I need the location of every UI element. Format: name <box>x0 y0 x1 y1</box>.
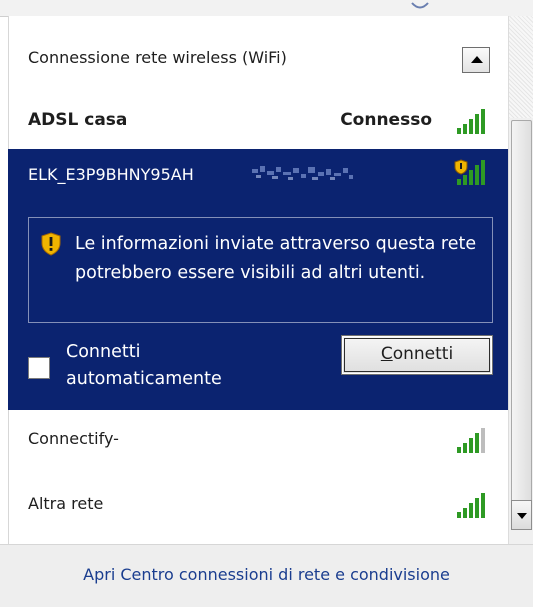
network-item-selected[interactable]: ELK_E3P9BHNY95AH Le informazioni inviate… <box>8 149 508 410</box>
signal-bar <box>463 124 467 134</box>
signal-bars-icon <box>457 109 485 134</box>
signal-bar <box>463 443 467 453</box>
network-status: Connesso <box>340 110 432 130</box>
signal-bar <box>481 493 485 518</box>
signal-bar <box>475 433 479 453</box>
signal-bar <box>463 508 467 518</box>
signal-bar <box>481 160 485 185</box>
network-name: ADSL casa <box>28 110 128 130</box>
signal-bar <box>469 170 473 185</box>
connect-button[interactable]: Connetti <box>341 335 493 375</box>
shield-exclamation <box>460 163 462 169</box>
partial-icon <box>411 2 429 9</box>
blurred-ssid-suffix <box>252 166 353 180</box>
signal-bar <box>475 114 479 134</box>
triangle-down-icon <box>517 513 527 519</box>
signal-bar <box>463 175 467 185</box>
scroll-track[interactable] <box>509 16 533 118</box>
signal-bar <box>475 165 479 185</box>
signal-bars-icon <box>457 428 485 453</box>
network-item-adsl-casa[interactable]: ADSL casa Connesso <box>8 94 508 146</box>
scroll-thumb[interactable] <box>511 120 532 502</box>
signal-bars-shield-icon <box>454 159 485 185</box>
warning-text: Le informazioni inviate attraverso quest… <box>75 234 477 283</box>
signal-bar <box>481 428 485 453</box>
network-name: Altra rete <box>28 494 104 513</box>
signal-bar <box>457 179 461 185</box>
network-item-altra-rete[interactable]: Altra rete <box>8 478 508 530</box>
network-name: ELK_E3P9BHNY95AH <box>28 165 194 184</box>
auto-connect-checkbox[interactable] <box>28 357 50 379</box>
open-network-center-link[interactable]: Apri Centro connessioni di rete e condiv… <box>0 565 533 584</box>
signal-bar <box>457 128 461 134</box>
security-warning: Le informazioni inviate attraverso quest… <box>28 217 493 323</box>
triangle-up-icon <box>471 56 483 63</box>
signal-bar <box>457 447 461 453</box>
section-label: Connessione rete wireless (WiFi) <box>28 48 287 67</box>
auto-connect-label[interactable]: Connetti automaticamente <box>66 339 266 393</box>
network-name: Connectify- <box>28 429 119 448</box>
scroll-down-button[interactable] <box>511 500 532 530</box>
signal-bar <box>469 119 473 134</box>
network-item-connectify[interactable]: Connectify- <box>8 413 508 465</box>
signal-bar <box>481 109 485 134</box>
signal-bar <box>469 438 473 453</box>
signal-bar <box>469 503 473 518</box>
signal-bar <box>457 512 461 518</box>
collapse-section-button[interactable] <box>462 47 490 73</box>
signal-bar <box>475 498 479 518</box>
connect-button-label: Connetti <box>380 344 454 364</box>
shield-warning-icon <box>41 232 61 256</box>
footer: Apri Centro connessioni di rete e condiv… <box>0 544 533 607</box>
section-header-wifi: Connessione rete wireless (WiFi) <box>8 30 508 88</box>
scrolled-content-edge <box>0 0 533 17</box>
vertical-scrollbar[interactable] <box>508 16 533 544</box>
signal-bars-icon <box>457 493 485 518</box>
